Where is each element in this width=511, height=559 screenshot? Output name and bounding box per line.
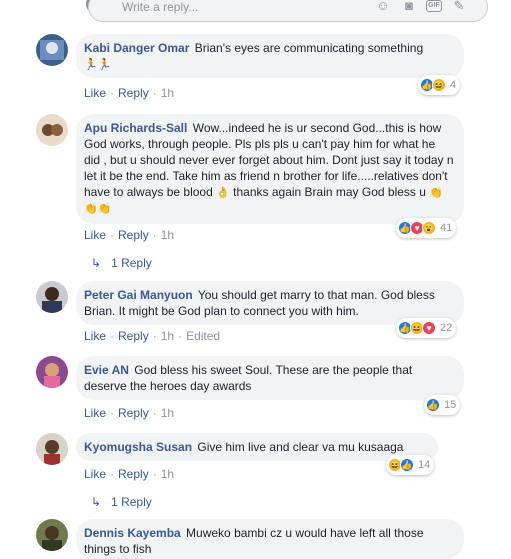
- reply-arrow-icon: ↳: [91, 256, 102, 270]
- comment-actions: Like · Reply · 1h · Edited: [84, 329, 221, 343]
- view-replies-link[interactable]: ↳ 1 Reply: [91, 256, 152, 270]
- reply-arrow-icon: ↳: [91, 495, 102, 509]
- reply-link[interactable]: Reply: [118, 406, 149, 420]
- reply-link[interactable]: Reply: [118, 467, 149, 481]
- reactions-summary[interactable]: 😆 👍 14: [386, 455, 435, 475]
- timestamp[interactable]: 1h: [161, 406, 174, 420]
- like-link[interactable]: Like: [84, 86, 106, 100]
- running-emoji-icon: 🏃: [84, 59, 98, 71]
- running-emoji-icon: 🏃: [97, 59, 112, 71]
- avatar-image: [36, 34, 68, 66]
- timestamp[interactable]: 1h: [161, 86, 174, 100]
- replies-count[interactable]: 1 Reply: [111, 256, 152, 270]
- camera-icon[interactable]: ◙: [400, 0, 418, 14]
- comment-actions: Like · Reply · 1h: [84, 467, 175, 481]
- clap-emoji-icon: 👏: [97, 203, 112, 215]
- avatar[interactable]: [36, 34, 68, 66]
- like-reaction-icon: 👍: [426, 398, 440, 412]
- comment-bubble: Kabi Danger Omar Brian's eyes are commun…: [76, 34, 464, 78]
- gif-icon[interactable]: GIF: [426, 0, 442, 12]
- avatar-image: [36, 356, 68, 388]
- avatar-image: [36, 433, 68, 465]
- avatar[interactable]: [36, 356, 68, 388]
- comment-author[interactable]: Kabi Danger Omar: [84, 41, 189, 55]
- like-link[interactable]: Like: [84, 329, 106, 343]
- comment-author[interactable]: Apu Richards-Sall: [84, 121, 187, 135]
- avatar[interactable]: [36, 114, 68, 146]
- haha-reaction-icon: 😆: [432, 78, 446, 92]
- avatar-image: [36, 519, 68, 551]
- reply-link[interactable]: Reply: [118, 329, 149, 343]
- avatar-image: [36, 281, 68, 313]
- wow-reaction-icon: 😮: [422, 221, 436, 235]
- reaction-count: 15: [444, 399, 457, 411]
- comment-text: God bless his sweet Soul. These are the …: [84, 363, 413, 393]
- avatar[interactable]: [36, 281, 68, 313]
- clap-emoji-icon: 👏: [84, 203, 98, 215]
- timestamp[interactable]: 1h: [161, 329, 174, 343]
- comment-bubble: Apu Richards-Sall Wow...indeed he is ur …: [76, 114, 464, 224]
- reply-link[interactable]: Reply: [118, 228, 149, 242]
- avatar[interactable]: [36, 519, 68, 551]
- sticker-icon[interactable]: ✎: [450, 0, 468, 14]
- clap-emoji-icon: 👏: [429, 187, 443, 199]
- edited-label[interactable]: Edited: [186, 329, 220, 343]
- view-replies-link[interactable]: ↳ 1 Reply: [91, 495, 152, 509]
- reaction-count: 14: [418, 459, 431, 471]
- ok-hand-emoji-icon: 👌: [216, 187, 230, 199]
- love-reaction-icon: ♥: [422, 321, 436, 335]
- timestamp[interactable]: 1h: [161, 467, 174, 481]
- timestamp[interactable]: 1h: [161, 228, 174, 242]
- comment-author[interactable]: Evie AN: [84, 363, 129, 377]
- comment-bubble: Dennis Kayemba Muweko bambi cz u would h…: [76, 519, 464, 559]
- reactions-summary[interactable]: 👍 ♥ 😮 41: [396, 218, 457, 238]
- comment-text: Give him live and clear va mu kusaaga: [197, 440, 404, 454]
- reaction-count: 41: [440, 222, 453, 234]
- comment-bubble: Kyomugsha Susan Give him live and clear …: [76, 433, 438, 461]
- comment-actions: Like · Reply · 1h: [84, 86, 175, 100]
- comment-author[interactable]: Kyomugsha Susan: [84, 440, 192, 454]
- like-reaction-icon: 👍: [400, 458, 414, 472]
- reactions-summary[interactable]: 👍 😆 4: [418, 75, 461, 95]
- comment-actions: Like · Reply · 1h: [84, 406, 175, 420]
- comment-author[interactable]: Peter Gai Manyuon: [84, 288, 193, 302]
- emoji-icon[interactable]: ☺: [374, 0, 392, 14]
- replies-count[interactable]: 1 Reply: [111, 495, 152, 509]
- reactions-summary[interactable]: 👍 😆 ♥ 22: [396, 318, 457, 338]
- like-link[interactable]: Like: [84, 406, 106, 420]
- avatar-image: [36, 114, 68, 146]
- reaction-count: 22: [440, 322, 453, 334]
- comment-bubble: Evie AN God bless his sweet Soul. These …: [76, 356, 464, 400]
- reactions-summary[interactable]: 👍 15: [424, 395, 461, 415]
- comment-text: Brian's eyes are communicating something: [194, 41, 424, 55]
- reply-tools: ☺ ◙ GIF ✎: [374, 0, 468, 14]
- avatar[interactable]: [36, 433, 68, 465]
- comment-actions: Like · Reply · 1h: [84, 228, 175, 242]
- comment-text-tail: thanks again Brain may God bless u: [233, 185, 426, 199]
- like-link[interactable]: Like: [84, 228, 106, 242]
- comment-author[interactable]: Dennis Kayemba: [84, 526, 181, 540]
- reply-placeholder[interactable]: Write a reply...: [122, 0, 198, 14]
- like-link[interactable]: Like: [84, 467, 106, 481]
- reaction-count: 4: [450, 79, 457, 91]
- reply-link[interactable]: Reply: [118, 86, 149, 100]
